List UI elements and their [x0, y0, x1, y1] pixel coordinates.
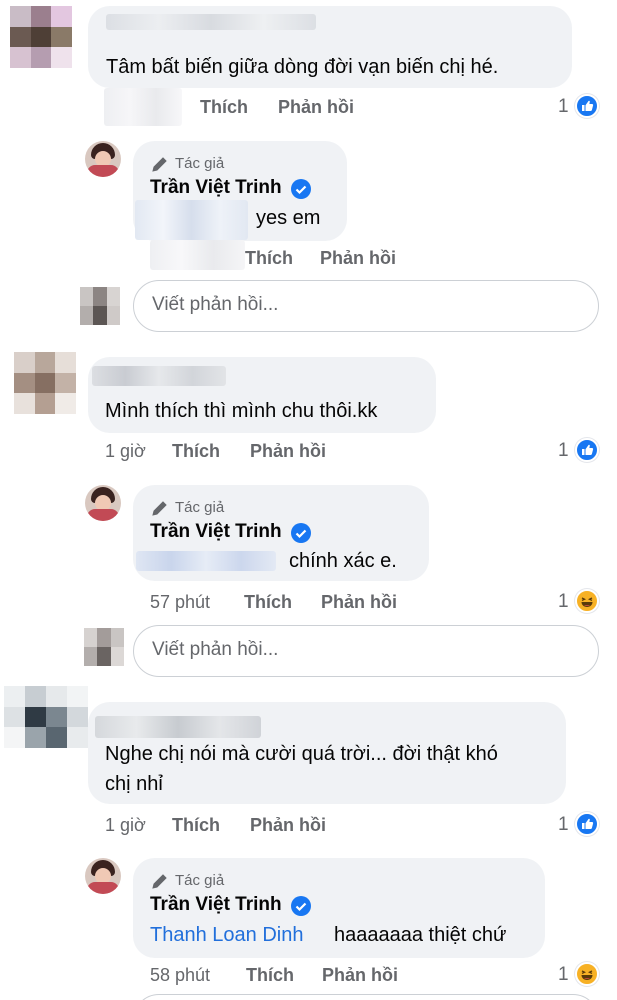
- blurred-time-r1: [150, 240, 245, 270]
- author-avatar[interactable]: [85, 858, 121, 894]
- like-link-r1[interactable]: Thích: [245, 248, 293, 269]
- like-icon[interactable]: [575, 94, 599, 118]
- author-tag: Tác giả: [175, 155, 225, 172]
- reply-link-2[interactable]: Phản hồi: [250, 441, 326, 462]
- author-name[interactable]: Trần Việt Trinh: [150, 521, 282, 543]
- reaction-count-3: 1: [558, 814, 569, 835]
- reply-text-3: haaaaaaa thiệt chứ: [334, 924, 507, 946]
- author-avatar[interactable]: [85, 141, 121, 177]
- commenter-avatar-1[interactable]: [10, 6, 72, 68]
- reply-input-3[interactable]: [133, 994, 599, 1000]
- blurred-name-3: [95, 716, 261, 738]
- reaction-count-r3: 1: [558, 964, 569, 985]
- verified-icon: [291, 179, 311, 199]
- comment-text-2: Mình thích thì mình chu thôi.kk: [105, 400, 378, 422]
- comment-time-2[interactable]: 1 giờ: [105, 441, 146, 462]
- reply-link-3[interactable]: Phản hồi: [250, 815, 326, 836]
- reaction-count-r2: 1: [558, 591, 569, 612]
- author-tag: Tác giả: [175, 872, 225, 889]
- blurred-mention-2: [136, 551, 276, 571]
- like-link-1[interactable]: Thích: [200, 97, 248, 118]
- like-icon[interactable]: [575, 812, 599, 836]
- verified-icon: [291, 523, 311, 543]
- comment-time-3[interactable]: 1 giờ: [105, 815, 146, 836]
- haha-icon[interactable]: [575, 962, 599, 986]
- comment-text-3-line1: Nghe chị nói mà cười quá trời... đời thậ…: [105, 743, 498, 765]
- blurred-name-2: [92, 366, 226, 386]
- viewer-avatar[interactable]: [80, 287, 120, 325]
- verified-icon: [291, 896, 311, 916]
- reply-link-r1[interactable]: Phản hồi: [320, 248, 396, 269]
- blurred-mention-1: [135, 200, 248, 240]
- reply-text-1: yes em: [256, 207, 321, 229]
- reply-input-2[interactable]: Viết phản hồi...: [133, 625, 599, 677]
- comment-text-1: Tâm bất biến giữa dòng đời vạn biến chị …: [106, 56, 499, 78]
- commenter-avatar-3[interactable]: [4, 686, 88, 748]
- reply-input-1[interactable]: Viết phản hồi...: [133, 280, 599, 332]
- like-link-2[interactable]: Thích: [172, 441, 220, 462]
- author-name[interactable]: Trần Việt Trinh: [150, 894, 282, 916]
- reply-time-3[interactable]: 58 phút: [150, 965, 210, 986]
- like-icon[interactable]: [575, 438, 599, 462]
- author-tag: Tác giả: [175, 499, 225, 516]
- viewer-avatar[interactable]: [84, 628, 124, 666]
- like-link-r2[interactable]: Thích: [244, 592, 292, 613]
- reply-link-r3[interactable]: Phản hồi: [322, 965, 398, 986]
- reaction-count-2: 1: [558, 440, 569, 461]
- comment-text-3-line2: chị nhỉ: [105, 773, 163, 795]
- pencil-icon: [152, 157, 167, 172]
- reply-link-r2[interactable]: Phản hồi: [321, 592, 397, 613]
- reply-text-2: chính xác e.: [289, 550, 397, 572]
- mention-link[interactable]: Thanh Loan Dinh: [150, 920, 303, 950]
- reply-input-placeholder: Viết phản hồi...: [152, 639, 279, 660]
- like-link-3[interactable]: Thích: [172, 815, 220, 836]
- commenter-avatar-2[interactable]: [14, 352, 76, 414]
- reply-link-1[interactable]: Phản hồi: [278, 97, 354, 118]
- haha-icon[interactable]: [575, 589, 599, 613]
- reaction-count-1: 1: [558, 96, 569, 117]
- author-name[interactable]: Trần Việt Trinh: [150, 177, 282, 199]
- pencil-icon: [152, 874, 167, 889]
- reply-input-placeholder: Viết phản hồi...: [152, 294, 279, 315]
- blurred-time-1: [104, 88, 182, 126]
- reply-time-2[interactable]: 57 phút: [150, 592, 210, 613]
- author-avatar[interactable]: [85, 485, 121, 521]
- like-link-r3[interactable]: Thích: [246, 965, 294, 986]
- blurred-name-1: [106, 14, 316, 30]
- pencil-icon: [152, 501, 167, 516]
